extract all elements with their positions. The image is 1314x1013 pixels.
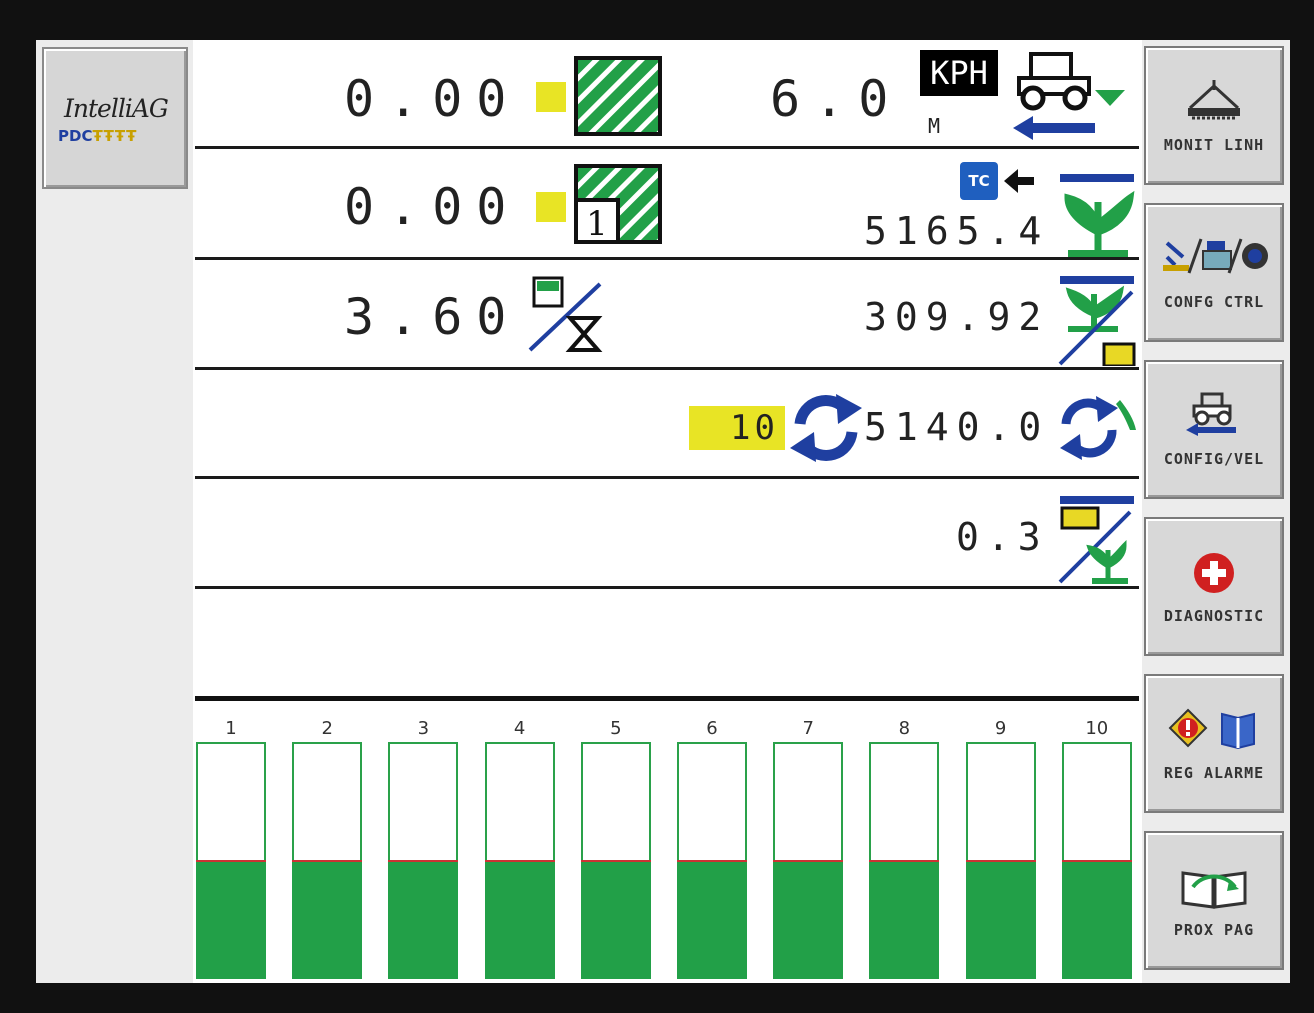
section-fill xyxy=(196,859,266,979)
refresh-plant-icon xyxy=(1060,396,1136,460)
softkey-label: PROX PAG xyxy=(1173,921,1255,939)
tractor-speed-icon xyxy=(1146,392,1282,442)
area-hatched-icon xyxy=(574,56,662,136)
section-fill xyxy=(773,859,844,979)
row-divider xyxy=(195,367,1139,370)
product-logo: PDCŦŦŦŦ xyxy=(58,127,137,145)
diagnostic-cross-icon xyxy=(1146,549,1282,599)
next-page-book-icon xyxy=(1146,863,1282,913)
section-number: 7 xyxy=(802,718,814,739)
area-per-time-icon xyxy=(528,276,603,352)
yellow-indicator xyxy=(536,192,566,222)
spacing-icon xyxy=(1058,496,1134,584)
section-bar xyxy=(580,742,651,979)
section-8: 8 xyxy=(869,708,965,979)
total-area-value: 0.00 xyxy=(344,70,521,128)
section-fill xyxy=(292,859,363,979)
section-number: 6 xyxy=(706,718,718,739)
speed-value: 6.0 xyxy=(770,70,903,128)
tractor-speed-icon xyxy=(1013,52,1125,140)
subarea-index: 1 xyxy=(586,204,608,244)
brand-logo-text: IntelliAG xyxy=(64,94,169,123)
softkey-label: CONFIG/VEL xyxy=(1163,450,1265,468)
speed-sub-unit: M xyxy=(928,114,941,138)
reset-counter-value: 10 xyxy=(689,406,785,450)
section-fill xyxy=(869,859,940,979)
row-divider xyxy=(195,146,1139,149)
sections-divider xyxy=(195,696,1139,701)
section-number: 4 xyxy=(513,718,526,739)
section-number: 1 xyxy=(225,718,237,739)
section-number: 10 xyxy=(1085,718,1109,739)
work-rate-value: 3.60 xyxy=(344,288,521,346)
section-fill xyxy=(580,859,651,979)
partial-area-value: 0.00 xyxy=(344,178,521,236)
left-column: IntelliAG PDCŦŦŦŦ xyxy=(36,40,193,983)
confg-ctrl-button[interactable]: CONFG CTRL xyxy=(1144,203,1284,342)
alarm-log-icon xyxy=(1146,706,1282,756)
monitor-screen: IntelliAG PDCŦŦŦŦ 0.00 6.0 KPH M 0.00 1 … xyxy=(36,40,1290,983)
seeds-per-area-value: 309.92 xyxy=(864,295,1050,339)
plant-total-icon xyxy=(1060,174,1135,257)
section-bar xyxy=(773,742,844,979)
planter-row-icon xyxy=(1146,78,1282,128)
seed-total-value: 5165.4 xyxy=(864,209,1050,253)
product-name: PDC xyxy=(58,127,93,145)
tc-badge: TC xyxy=(960,162,998,200)
section-fill xyxy=(677,859,747,979)
softkey-column: MONIT LINH CONFG CTRL CONFIG/VEL DIAGNOS… xyxy=(1142,40,1290,983)
section-6: 6 xyxy=(677,708,773,979)
softkey-label: REG ALARME xyxy=(1163,764,1265,782)
section-bar xyxy=(1061,742,1132,979)
row-divider xyxy=(195,257,1139,260)
reg-alarme-button[interactable]: REG ALARME xyxy=(1144,674,1284,813)
softkey-label: MONIT LINH xyxy=(1163,136,1265,154)
section-number: 3 xyxy=(417,718,430,739)
section-number: 5 xyxy=(610,718,622,739)
prox-pag-button[interactable]: PROX PAG xyxy=(1144,831,1284,970)
section-bar xyxy=(677,742,747,979)
softkey-label: DIAGNOSTIC xyxy=(1163,607,1265,625)
section-9: 9 xyxy=(965,708,1062,979)
section-bar xyxy=(965,742,1036,979)
section-7: 7 xyxy=(773,708,869,979)
brand-logo-button[interactable]: IntelliAG PDCŦŦŦŦ xyxy=(42,47,188,189)
section-bar xyxy=(196,742,266,979)
nozzles-icon: ŦŦŦŦ xyxy=(92,127,138,145)
spacing-value: 0.3 xyxy=(956,515,1049,559)
section-2: 2 xyxy=(292,708,388,979)
softkey-label: CONFG CTRL xyxy=(1163,293,1265,311)
config-vel-button[interactable]: CONFIG/VEL xyxy=(1144,360,1284,499)
section-3: 3 xyxy=(388,708,484,979)
population-value: 5140.0 xyxy=(864,405,1050,449)
section-fill xyxy=(484,859,555,979)
section-4: 4 xyxy=(484,708,581,979)
arrow-left-icon xyxy=(1004,169,1034,193)
speed-unit-badge: KPH xyxy=(920,50,998,96)
section-1: 1 xyxy=(196,708,292,979)
section-fill xyxy=(965,859,1036,979)
section-fill xyxy=(1061,859,1132,979)
monit-linh-button[interactable]: MONIT LINH xyxy=(1144,46,1284,185)
section-bar xyxy=(484,742,555,979)
section-bar xyxy=(388,742,459,979)
config-control-icon xyxy=(1146,235,1282,285)
section-fill xyxy=(388,859,459,979)
section-bar xyxy=(292,742,363,979)
section-number: 2 xyxy=(321,718,333,739)
refresh-icon[interactable] xyxy=(788,390,864,466)
row-divider xyxy=(195,476,1139,479)
section-5: 5 xyxy=(580,708,677,979)
seeds-per-area-icon xyxy=(1058,276,1136,366)
section-number: 9 xyxy=(994,718,1007,739)
diagnostic-button[interactable]: DIAGNOSTIC xyxy=(1144,517,1284,656)
row-divider xyxy=(195,586,1139,589)
section-bar xyxy=(869,742,940,979)
yellow-indicator xyxy=(536,82,566,112)
section-number: 8 xyxy=(898,718,911,739)
